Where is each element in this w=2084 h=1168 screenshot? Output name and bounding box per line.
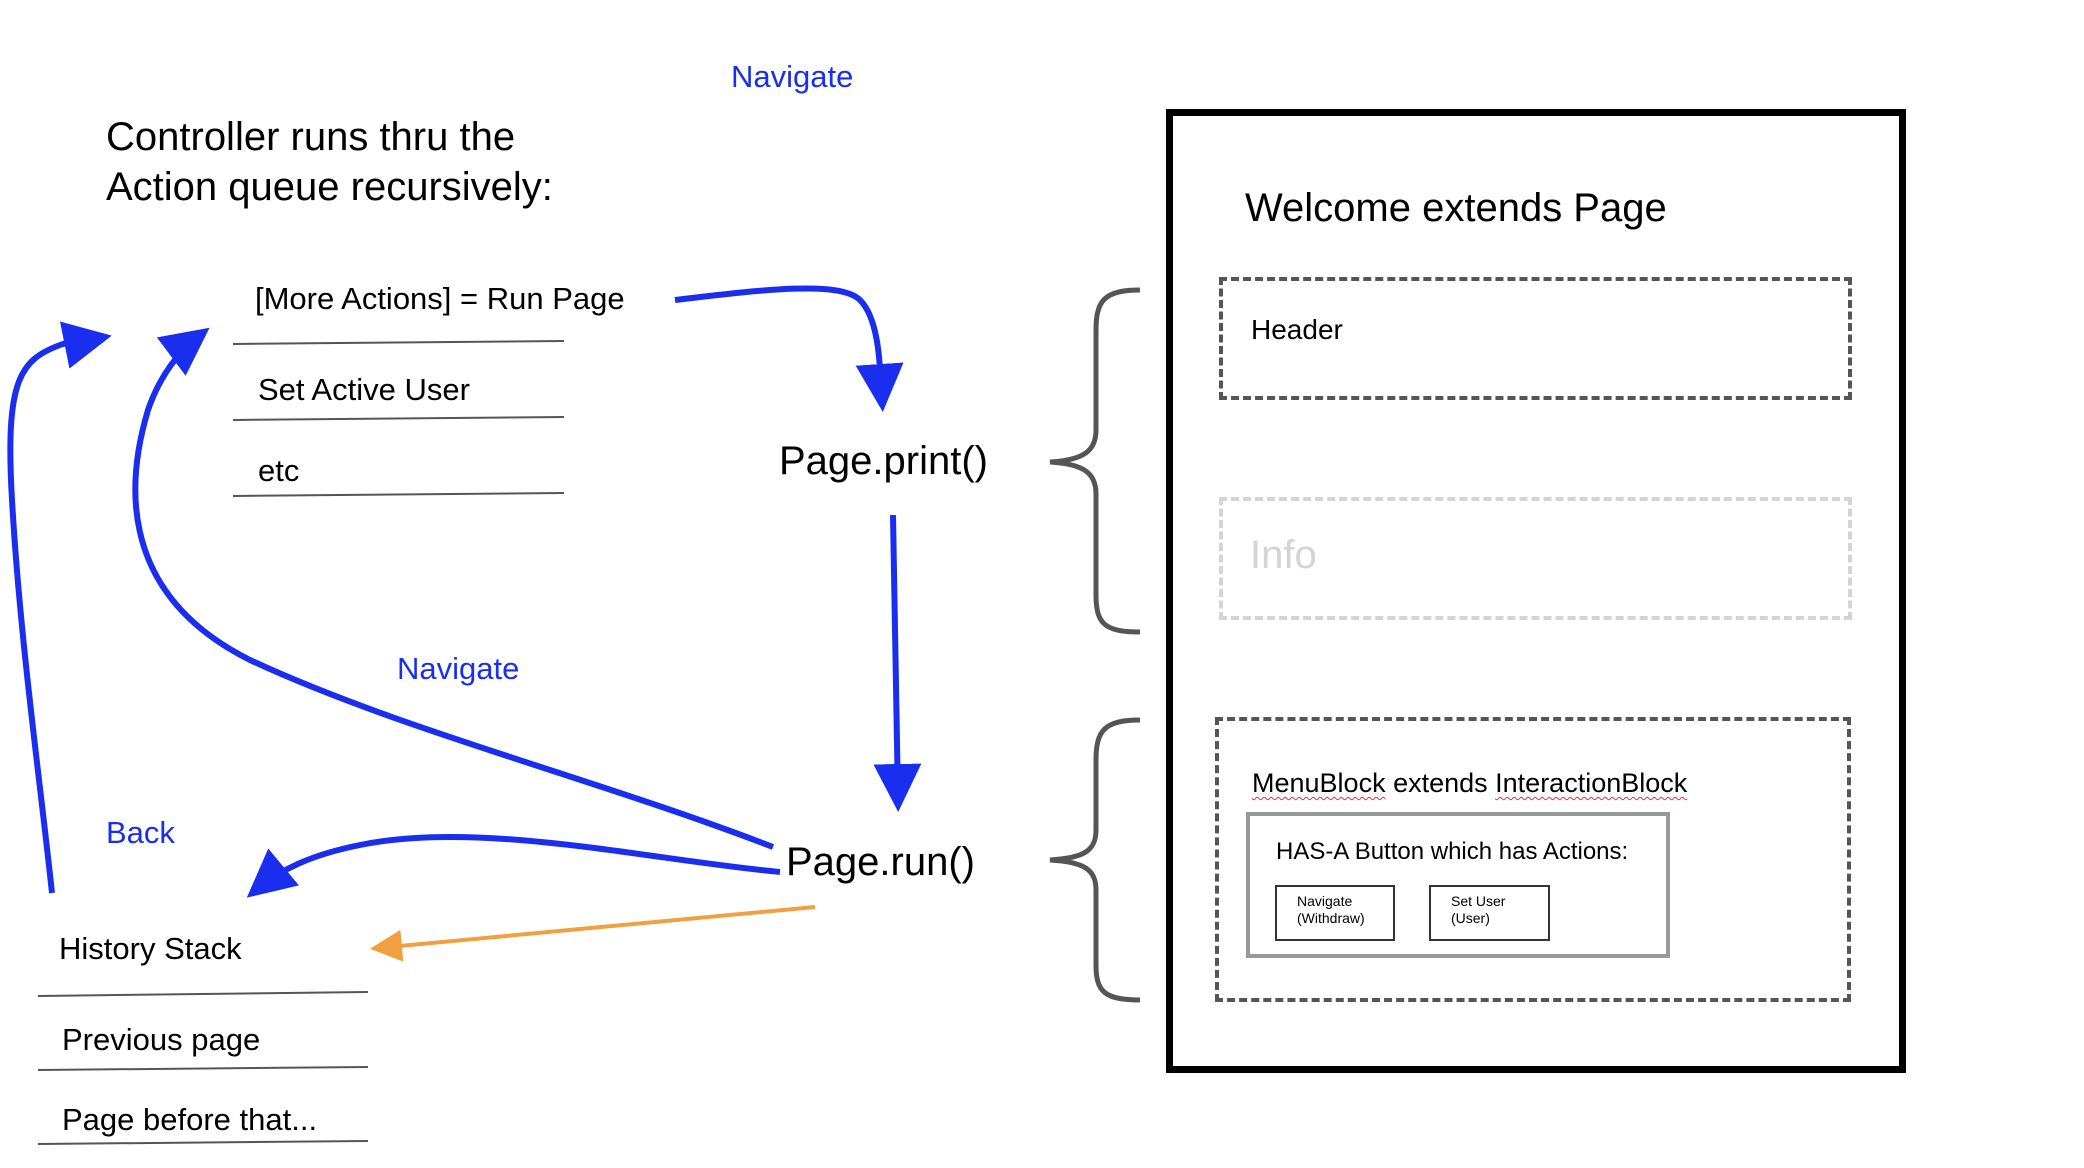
arrow-run-page-to-print	[674, 285, 904, 412]
action-button-navigate-line-2: (Withdraw)	[1297, 910, 1365, 926]
brace-print	[1049, 287, 1141, 635]
action-button-navigate-line-1: Navigate	[1297, 893, 1353, 909]
action-button-navigate: Navigate (Withdraw)	[1275, 885, 1395, 941]
header-block-label: Header	[1251, 314, 1343, 345]
arrow-history-to-queue	[7, 321, 112, 894]
history-previous-page: Previous page	[62, 1022, 261, 1057]
menu-block-extends-word: extends	[1385, 768, 1496, 798]
has-a-button-label: HAS-A Button which has Actions:	[1276, 838, 1629, 865]
menu-block-label: MenuBlock extends InteractionBlock	[1252, 770, 1687, 797]
arrow-run-to-history-back	[246, 833, 781, 898]
queue-item-run-page: [More Actions] = Run Page	[255, 281, 625, 316]
history-stack-title: History Stack	[59, 931, 242, 966]
arrow-run-to-queue-navigate	[132, 327, 775, 850]
method-page-print: Page.print()	[779, 439, 988, 483]
arrow-print-to-run	[873, 514, 922, 812]
queue-item-set-active-user: Set Active User	[258, 372, 470, 407]
label-back: Back	[106, 815, 175, 850]
arrow-run-push-history	[370, 905, 816, 962]
action-button-set-user: Set User (User)	[1429, 885, 1550, 941]
menu-block-class-name: MenuBlock	[1252, 768, 1386, 798]
page-panel-title: Welcome extends Page	[1245, 186, 1667, 230]
method-page-run: Page.run()	[786, 840, 975, 884]
action-button-set-user-line-1: Set User	[1451, 893, 1506, 909]
info-block-label: Info	[1250, 533, 1317, 577]
diagram-title-line-2: Action queue recursively:	[106, 165, 553, 209]
brace-run	[1049, 717, 1141, 1003]
history-page-before-that: Page before that...	[62, 1102, 318, 1137]
diagram-title-line-1: Controller runs thru the	[106, 115, 516, 159]
label-navigate-top: Navigate	[731, 59, 854, 94]
label-navigate-mid: Navigate	[397, 651, 520, 686]
menu-block-parent-class-name: InteractionBlock	[1495, 768, 1688, 798]
queue-item-etc: etc	[258, 453, 300, 488]
action-button-set-user-line-2: (User)	[1451, 910, 1490, 926]
